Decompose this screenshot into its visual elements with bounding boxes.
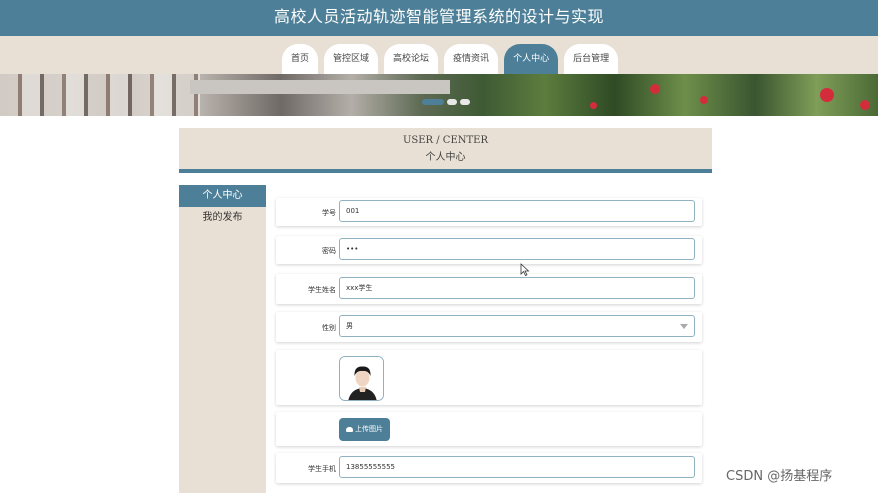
banner-overpass [190, 80, 450, 94]
gender-label: 性别 [322, 324, 336, 332]
section-divider [179, 169, 712, 173]
nav-control-area[interactable]: 管控区域 [324, 44, 379, 74]
banner-flower [820, 88, 834, 102]
nav-user-center[interactable]: 个人中心 [504, 44, 559, 74]
cloud-upload-icon [346, 426, 353, 432]
phone-label: 学生手机 [308, 465, 336, 473]
nav-home[interactable]: 首页 [282, 44, 319, 74]
form-row-upload: 上传图片 [276, 412, 702, 446]
banner-flower [650, 84, 660, 94]
nav-forum[interactable]: 高校论坛 [384, 44, 439, 74]
avatar-image [339, 356, 384, 401]
student-id-field[interactable]: 001 [339, 200, 695, 222]
carousel-dot[interactable] [422, 99, 444, 105]
section-title-cn: 个人中心 [425, 152, 466, 163]
section-header: USER / CENTER 个人中心 [179, 128, 712, 169]
banner-building [0, 74, 200, 116]
carousel-dot[interactable] [460, 99, 470, 105]
main-nav: 首页 管控区域 高校论坛 疫情资讯 个人中心 后台管理 [282, 44, 619, 74]
mouse-cursor-icon [520, 263, 530, 276]
banner-flower [860, 100, 870, 110]
upload-button-label: 上传图片 [355, 425, 383, 433]
form-row-student-id: 学号 001 [276, 198, 702, 226]
password-label: 密码 [322, 247, 336, 255]
site-title: 高校人员活动轨迹智能管理系统的设计与实现 [0, 0, 878, 36]
phone-field[interactable]: 13855555555 [339, 456, 695, 478]
student-id-label: 学号 [322, 209, 336, 217]
sidebar-item-user-center[interactable]: 个人中心 [179, 185, 266, 207]
nav-epidemic-news[interactable]: 疫情资讯 [444, 44, 499, 74]
section-title-en: USER / CENTER [402, 135, 489, 146]
form-row-password: 密码 ••• [276, 236, 702, 264]
form-row-gender: 性别 男 [276, 312, 702, 342]
nav-admin[interactable]: 后台管理 [564, 44, 619, 74]
form-row-phone: 学生手机 13855555555 [276, 453, 702, 483]
sidebar: 个人中心 我的发布 [179, 185, 266, 493]
page: 高校人员活动轨迹智能管理系统的设计与实现 首页 管控区域 高校论坛 疫情资讯 个… [0, 0, 878, 493]
gender-select[interactable]: 男 [339, 315, 695, 337]
carousel-dot[interactable] [447, 99, 457, 105]
password-field[interactable]: ••• [339, 238, 695, 260]
banner-image [0, 74, 878, 116]
student-name-label: 学生姓名 [308, 286, 336, 294]
avatar-portrait [340, 357, 383, 400]
watermark: CSDN @扬基程序 [726, 469, 833, 484]
student-name-field[interactable]: xxx学生 [339, 277, 695, 299]
profile-form: 学号 001 密码 ••• 学生姓名 xxx学生 性别 男 上传图片 学生手机 … [272, 188, 712, 493]
banner-flower [590, 102, 597, 109]
carousel-dots [422, 99, 470, 105]
form-row-student-name: 学生姓名 xxx学生 [276, 274, 702, 304]
form-row-avatar [276, 350, 702, 405]
sidebar-item-my-posts[interactable]: 我的发布 [179, 207, 266, 229]
upload-image-button[interactable]: 上传图片 [339, 418, 390, 441]
banner-flower [700, 96, 708, 104]
